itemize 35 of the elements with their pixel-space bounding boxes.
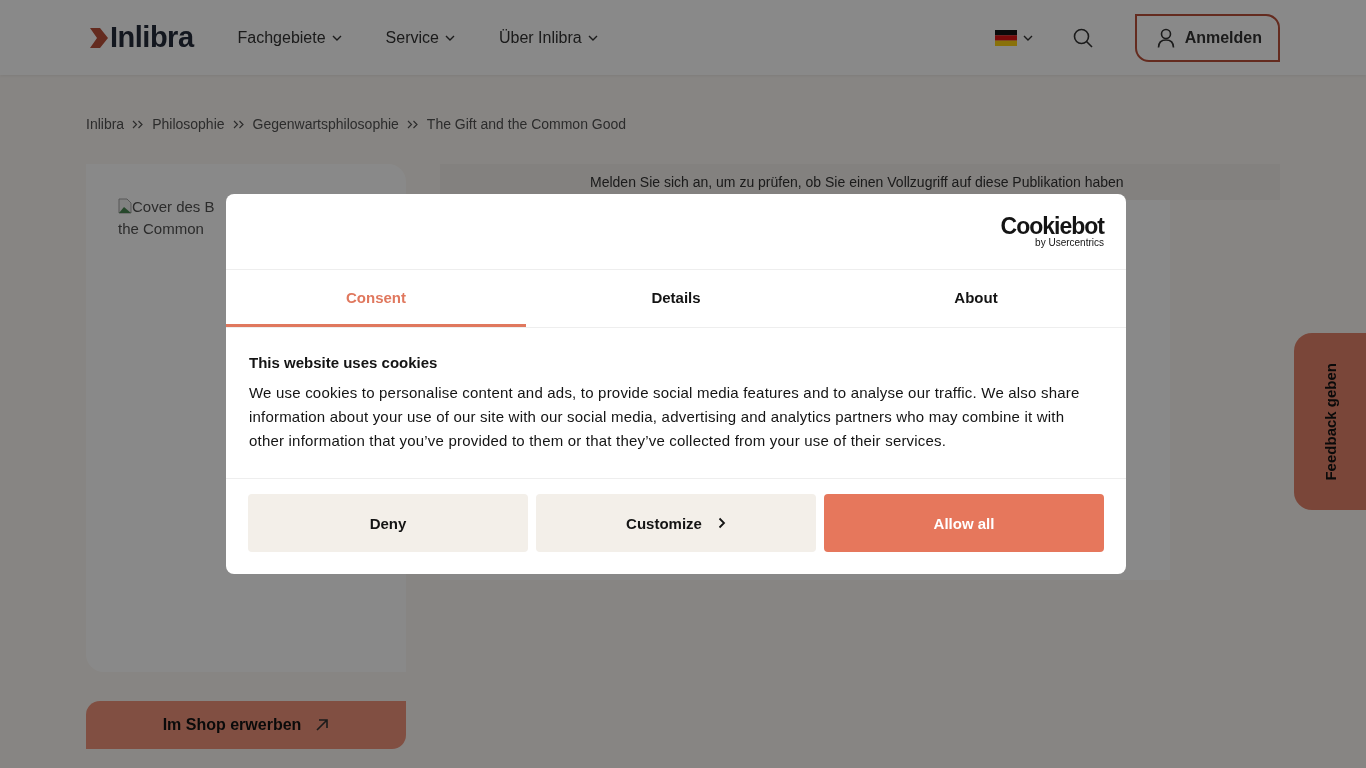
- nav-menu-item[interactable]: Fachgebiete: [237, 28, 342, 47]
- cookiebot-logo: Cookiebot: [1000, 215, 1104, 238]
- double-chevron-icon: [232, 119, 245, 129]
- search-icon[interactable]: [1072, 27, 1093, 48]
- logo-mark-icon: [90, 27, 108, 48]
- language-selector[interactable]: [994, 29, 1033, 46]
- breadcrumb-link[interactable]: The Gift and the Common Good: [426, 116, 627, 132]
- chevron-down-icon: [587, 34, 598, 41]
- breadcrumb-link[interactable]: Inlibra: [86, 116, 125, 132]
- deny-button[interactable]: Deny: [248, 494, 528, 552]
- user-icon: [1156, 27, 1175, 48]
- double-chevron-icon: [132, 119, 145, 129]
- cover-alt-text: Cover des B: [132, 197, 215, 217]
- double-chevron-icon: [406, 119, 419, 129]
- breadcrumb-link[interactable]: Gegenwartsphilosophie: [252, 116, 399, 132]
- breadcrumb-link[interactable]: Philosophie: [152, 116, 225, 132]
- allow-all-button[interactable]: Allow all: [824, 494, 1104, 552]
- broken-image-icon: [118, 198, 132, 214]
- nav-menu-item[interactable]: Service: [385, 28, 455, 47]
- dialog-text: We use cookies to personalise content and ads, to provide social media features and to analyse our traffic. We also share information about your use of our site with our social media, advertising and analytics partners who may combine it with other information that you’ve provided to them or that they’ve collected from your use of their services.: [249, 383, 1081, 451]
- arrow-up-right-icon: [315, 718, 330, 732]
- chevron-down-icon: [331, 34, 342, 41]
- nav-menu-item[interactable]: Über Inlibra: [498, 28, 598, 47]
- cookiebot-logo-subtitle: by Usercentrics: [1035, 238, 1104, 248]
- access-notice-text: Melden Sie sich an, um zu prüfen, ob Sie einen Vollzugriff auf diese Publikation haben: [590, 174, 1124, 190]
- chevron-right-icon: [717, 517, 726, 529]
- chevron-down-icon: [444, 34, 455, 41]
- chevron-down-icon: [1022, 34, 1033, 41]
- dialog-title: This website uses cookies: [249, 354, 439, 371]
- site-logo[interactable]: Inlibra: [110, 21, 194, 54]
- feedback-tab[interactable]: Feedback geben: [1294, 333, 1366, 510]
- login-button[interactable]: Anmelden: [1134, 13, 1280, 62]
- cover-alt-text: the Common: [118, 219, 205, 239]
- shop-button[interactable]: Im Shop erwerben: [86, 701, 406, 749]
- customize-button[interactable]: Customize: [536, 494, 816, 552]
